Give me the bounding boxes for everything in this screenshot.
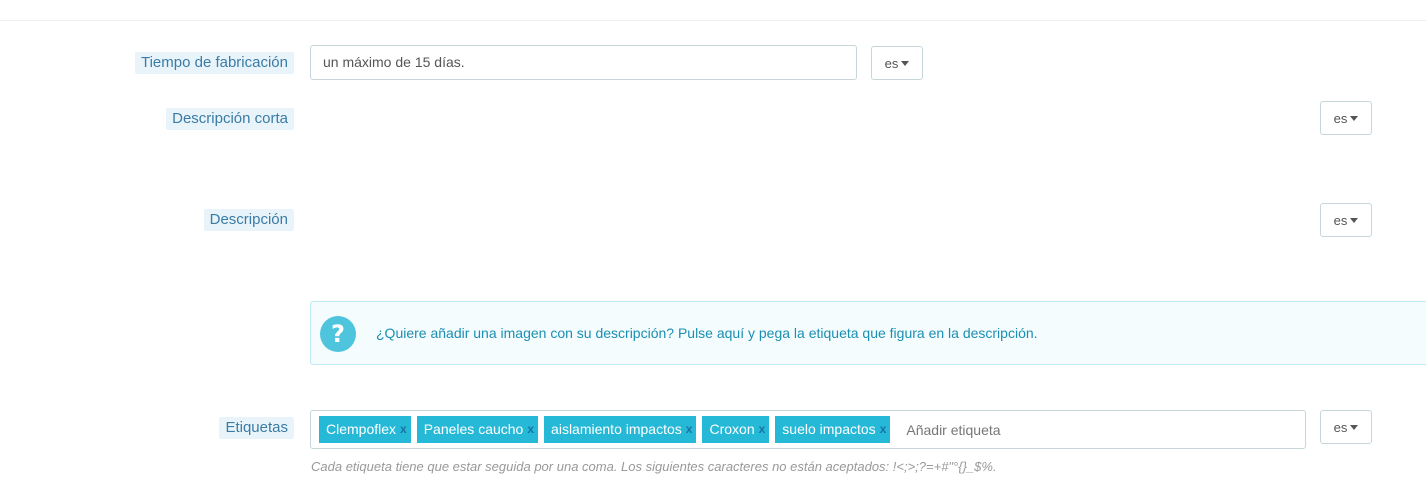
tag-chip: Croxon x bbox=[702, 416, 770, 443]
lang-label: es bbox=[1333, 110, 1348, 126]
short-description-label: Descripción corta bbox=[166, 108, 294, 130]
lang-label: es bbox=[1333, 212, 1348, 228]
tag-chip: aislamiento impactos x bbox=[544, 416, 697, 443]
caret-down-icon bbox=[901, 61, 910, 66]
tags-field[interactable]: Clempoflex x Paneles caucho x aislamient… bbox=[310, 410, 1306, 449]
caret-down-icon bbox=[1350, 116, 1359, 121]
description-lang-button[interactable]: es bbox=[1320, 203, 1372, 237]
lang-label: es bbox=[884, 55, 899, 71]
tags-lang-button[interactable]: es bbox=[1320, 410, 1372, 444]
remove-tag-icon[interactable]: x bbox=[400, 416, 407, 443]
short-description-lang-button[interactable]: es bbox=[1320, 101, 1372, 135]
question-icon: ? bbox=[320, 316, 356, 352]
tag-chip: Paneles caucho x bbox=[416, 416, 539, 443]
tags-help-text: Cada etiqueta tiene que estar seguida po… bbox=[311, 459, 997, 474]
image-help-alert: ? ¿Quiere añadir una imagen con su descr… bbox=[310, 301, 1426, 365]
tag-text: aislamiento impactos bbox=[551, 421, 682, 437]
tag-chip: Clempoflex x bbox=[319, 416, 411, 443]
caret-down-icon bbox=[1350, 425, 1359, 430]
caret-down-icon bbox=[1350, 218, 1359, 223]
remove-tag-icon[interactable]: x bbox=[527, 416, 534, 443]
tag-chip: suelo impactos x bbox=[775, 416, 891, 443]
image-help-link[interactable]: ¿Quiere añadir una imagen con su descrip… bbox=[376, 325, 1038, 341]
remove-tag-icon[interactable]: x bbox=[880, 416, 887, 443]
tag-text: Clempoflex bbox=[326, 421, 397, 437]
tags-label: Etiquetas bbox=[219, 417, 294, 439]
add-tag-input[interactable] bbox=[904, 420, 1109, 439]
lang-label: es bbox=[1333, 419, 1348, 435]
remove-tag-icon[interactable]: x bbox=[759, 416, 766, 443]
manufacturing-time-input[interactable]: un máximo de 15 días. bbox=[310, 45, 857, 80]
tag-text: Croxon bbox=[709, 421, 755, 437]
top-divider bbox=[0, 20, 1426, 21]
tag-text: Paneles caucho bbox=[423, 421, 524, 437]
remove-tag-icon[interactable]: x bbox=[686, 416, 693, 443]
tag-text: suelo impactos bbox=[782, 421, 876, 437]
manufacturing-time-lang-button[interactable]: es bbox=[871, 46, 923, 80]
description-label: Descripción bbox=[203, 209, 294, 231]
manufacturing-time-label: Tiempo de fabricación bbox=[134, 52, 294, 74]
